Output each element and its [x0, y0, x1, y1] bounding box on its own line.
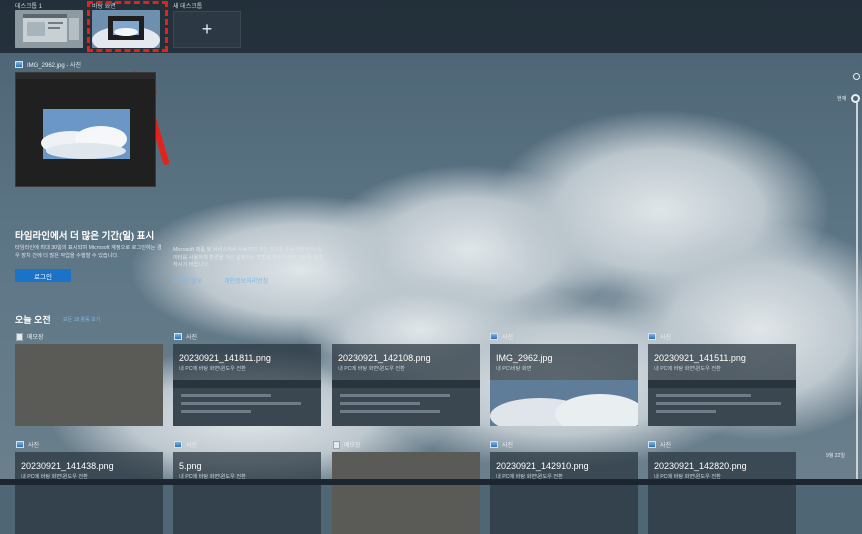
card-title: 20230921_141811.png — [179, 353, 271, 363]
card-title: 5.png — [179, 461, 202, 471]
card-thumbnail — [173, 380, 321, 426]
timeline-now-label: 현재 — [837, 96, 847, 102]
activity-card[interactable] — [332, 452, 480, 534]
card-app-name: 메모장 — [27, 335, 44, 341]
photos-app-icon — [174, 333, 182, 340]
privacy-policy-link[interactable]: 개인정보처리방침 — [224, 276, 268, 285]
login-button[interactable]: 로그인 — [15, 269, 71, 282]
desktop-1-thumbnail[interactable] — [15, 10, 83, 48]
card-thumbnail — [332, 380, 480, 426]
card-thumbnail — [490, 380, 638, 426]
add-desktop-button[interactable]: + — [173, 11, 241, 48]
more-info-link[interactable]: 자세한 정보 — [173, 276, 202, 285]
card-app-label: 메모장 — [333, 440, 361, 449]
taskbar — [0, 479, 862, 485]
window-title-text: IMG_2962.jpg - 사진 — [27, 63, 82, 69]
card-app-label: 사진 — [490, 332, 513, 341]
card-title: 20230921_141511.png — [654, 353, 746, 363]
photos-app-icon — [490, 441, 498, 448]
card-app-label: 사진 — [648, 332, 671, 341]
card-app-name: 사진 — [186, 443, 198, 449]
privacy-description: Microsoft 제품 및 서비스에서 사용자의 개인 정보를 존중하면서 이… — [173, 247, 323, 268]
activity-card[interactable] — [15, 344, 163, 426]
card-app-label: 메모장 — [16, 332, 44, 341]
notepad-icon — [333, 440, 340, 449]
card-app-name: 사진 — [660, 335, 672, 341]
timeline-scrubber[interactable] — [856, 100, 858, 485]
card-app-label: 사진 — [174, 440, 197, 449]
photos-app-icon — [648, 333, 656, 340]
photos-app-icon — [648, 441, 656, 448]
card-subtitle: 내 PC에 바탕 화면\윈도우 전환 — [654, 366, 721, 372]
card-title: 20230921_142910.png — [496, 461, 589, 471]
window-title[interactable]: IMG_2962.jpg - 사진 — [15, 60, 81, 69]
card-title: IMG_2962.jpg — [496, 353, 553, 363]
card-app-label: 사진 — [490, 440, 513, 449]
timeline-date-label: 9월 22일 — [826, 453, 845, 459]
photos-app-icon — [174, 441, 182, 448]
selection-highlight — [87, 1, 168, 52]
card-app-name: 사진 — [28, 443, 40, 449]
search-icon[interactable] — [853, 73, 860, 80]
card-title: 20230921_141438.png — [21, 461, 114, 471]
section-title: 오늘 오전 — [15, 315, 51, 325]
card-app-name: 사진 — [186, 335, 198, 341]
card-app-label: 사진 — [174, 332, 197, 341]
card-app-label: 사진 — [648, 440, 671, 449]
activity-card[interactable]: 5.png 내 PC에 바탕 화면\윈도우 전환 — [173, 452, 321, 534]
activity-card[interactable]: IMG_2962.jpg 내 PC\바탕 화면 — [490, 344, 638, 426]
timeline-promo-description: 타임라인에 최대 30일의 표시되며 Microsoft 계정으로 로그인하는 … — [15, 245, 162, 259]
plus-icon: + — [201, 19, 213, 39]
card-title: 20230921_142820.png — [654, 461, 747, 471]
activity-card[interactable]: 20230921_142910.png 내 PC에 바탕 화면\윈도우 전환 — [490, 452, 638, 534]
notepad-icon — [16, 332, 23, 341]
photos-app-icon — [16, 441, 24, 448]
card-subtitle: 내 PC\바탕 화면 — [496, 366, 532, 372]
photos-app-icon — [15, 61, 23, 68]
see-all-activities-link[interactable]: 모든 18 활동 보기 — [63, 316, 100, 323]
photos-app-icon — [490, 333, 498, 340]
desktop-1-label: 데스크톱 1 — [15, 4, 43, 10]
timeline-scrubber-handle[interactable] — [851, 94, 860, 103]
card-app-name: 사진 — [502, 335, 514, 341]
card-app-label: 사진 — [16, 440, 39, 449]
window-preview[interactable] — [15, 72, 156, 187]
card-subtitle: 내 PC에 바탕 화면\윈도우 전환 — [179, 366, 246, 372]
activity-card[interactable]: 20230921_141811.png 내 PC에 바탕 화면\윈도우 전환 — [173, 344, 321, 426]
activity-card[interactable]: 20230921_141511.png 내 PC에 바탕 화면\윈도우 전환 — [648, 344, 796, 426]
new-desktop-label: 새 데스크톱 — [173, 4, 203, 10]
card-thumbnail — [648, 380, 796, 426]
card-title: 20230921_142108.png — [338, 353, 431, 363]
timeline-promo-title: 타임라인에서 더 많은 기간(일) 표시 — [15, 231, 155, 242]
card-app-name: 사진 — [502, 443, 514, 449]
activity-card[interactable]: 20230921_141438.png 내 PC에 바탕 화면\윈도우 전환 — [15, 452, 163, 534]
activity-card[interactable]: 20230921_142820.png 내 PC에 바탕 화면\윈도우 전환 — [648, 452, 796, 534]
card-subtitle: 내 PC에 바탕 화면\윈도우 전환 — [338, 366, 405, 372]
card-app-name: 메모장 — [344, 443, 361, 449]
activity-card[interactable]: 20230921_142108.png 내 PC에 바탕 화면\윈도우 전환 — [332, 344, 480, 426]
card-app-name: 사진 — [660, 443, 672, 449]
